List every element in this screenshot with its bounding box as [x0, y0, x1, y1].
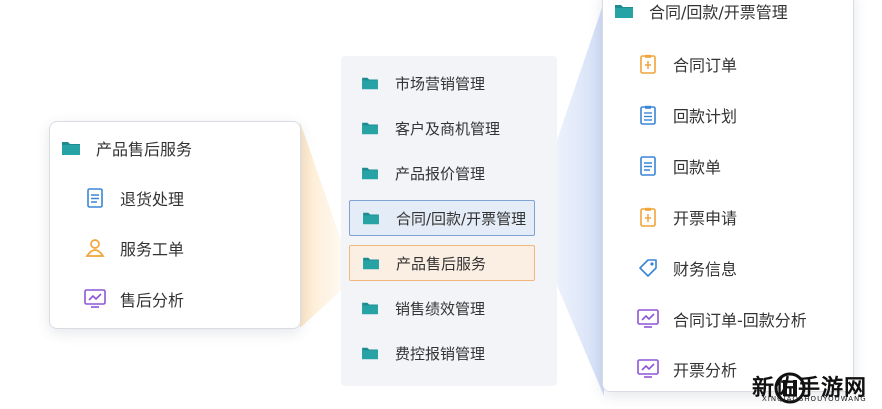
menu-item-payment-receipt[interactable]: 回款单	[637, 154, 721, 178]
folder-icon	[60, 137, 82, 159]
menu-item-finance-info[interactable]: 财务信息	[637, 256, 737, 280]
menu-item-label: 售后分析	[120, 291, 185, 310]
menu-item-label: 回款计划	[673, 107, 738, 126]
monitor-chart-icon	[637, 308, 659, 330]
menu-item-label: 回款单	[673, 158, 722, 177]
module-quote[interactable]: 产品报价管理	[349, 155, 535, 191]
tag-icon	[637, 257, 659, 279]
contract-header[interactable]: 合同/回款/开票管理	[613, 0, 788, 23]
menu-item-return[interactable]: 退货处理	[84, 186, 184, 210]
module-label: 费控报销管理	[395, 344, 486, 363]
module-label: 产品报价管理	[395, 164, 486, 183]
document-icon	[637, 155, 659, 177]
module-list-panel: 市场营销管理 客户及商机管理 产品报价管理 合同/回款/开票管理 产品售后服务 …	[341, 56, 557, 386]
module-performance[interactable]: 销售绩效管理	[349, 290, 535, 326]
menu-item-contract-order[interactable]: 合同订单	[637, 52, 737, 76]
clipboard-icon	[637, 104, 659, 126]
folder-icon	[360, 252, 382, 274]
folder-icon	[359, 72, 381, 94]
watermark-subtext: XINQIAOSHOUYOUWANG	[762, 395, 867, 403]
module-after-sales[interactable]: 产品售后服务	[349, 245, 535, 281]
menu-item-invoice-request[interactable]: 开票申请	[637, 205, 737, 229]
module-label: 销售绩效管理	[395, 299, 486, 318]
menu-item-label: 服务工单	[120, 240, 185, 259]
module-label: 产品售后服务	[396, 254, 487, 273]
after-sales-header-label: 产品售后服务	[96, 140, 193, 159]
menu-item-label: 合同订单-回款分析	[673, 311, 807, 330]
module-label: 客户及商机管理	[395, 119, 501, 138]
folder-icon	[613, 0, 635, 22]
folder-icon	[360, 207, 382, 229]
module-contract[interactable]: 合同/回款/开票管理	[349, 200, 535, 236]
folder-icon	[359, 117, 381, 139]
folder-icon	[359, 162, 381, 184]
folder-icon	[359, 342, 381, 364]
menu-item-label: 开票申请	[673, 209, 738, 228]
after-sales-panel: 产品售后服务 退货处理 服务工单 售后分析	[49, 121, 301, 329]
document-icon	[84, 187, 106, 209]
clipboard-icon	[637, 206, 659, 228]
monitor-chart-icon	[637, 358, 659, 380]
menu-item-after-sales-analysis[interactable]: 售后分析	[84, 287, 184, 311]
module-marketing[interactable]: 市场营销管理	[349, 65, 535, 101]
menu-item-contract-payment-analysis[interactable]: 合同订单-回款分析	[637, 307, 807, 331]
module-customer[interactable]: 客户及商机管理	[349, 110, 535, 146]
menu-item-payment-plan[interactable]: 回款计划	[637, 103, 737, 127]
module-expense[interactable]: 费控报销管理	[349, 335, 535, 371]
menu-item-label: 财务信息	[673, 260, 738, 279]
monitor-chart-icon	[84, 288, 106, 310]
menu-item-work-order[interactable]: 服务工单	[84, 236, 184, 260]
folder-icon	[359, 297, 381, 319]
contract-panel: 合同/回款/开票管理 合同订单 回款计划 回款单 开票申请 财务信息 合同订单-…	[602, 0, 854, 392]
person-icon	[84, 237, 106, 259]
module-label: 市场营销管理	[395, 74, 486, 93]
menu-item-label: 合同订单	[673, 56, 738, 75]
clipboard-icon	[637, 53, 659, 75]
after-sales-header[interactable]: 产品售后服务	[60, 136, 192, 160]
contract-header-label: 合同/回款/开票管理	[649, 3, 788, 22]
module-label: 合同/回款/开票管理	[396, 209, 527, 228]
menu-item-label: 退货处理	[120, 190, 185, 209]
